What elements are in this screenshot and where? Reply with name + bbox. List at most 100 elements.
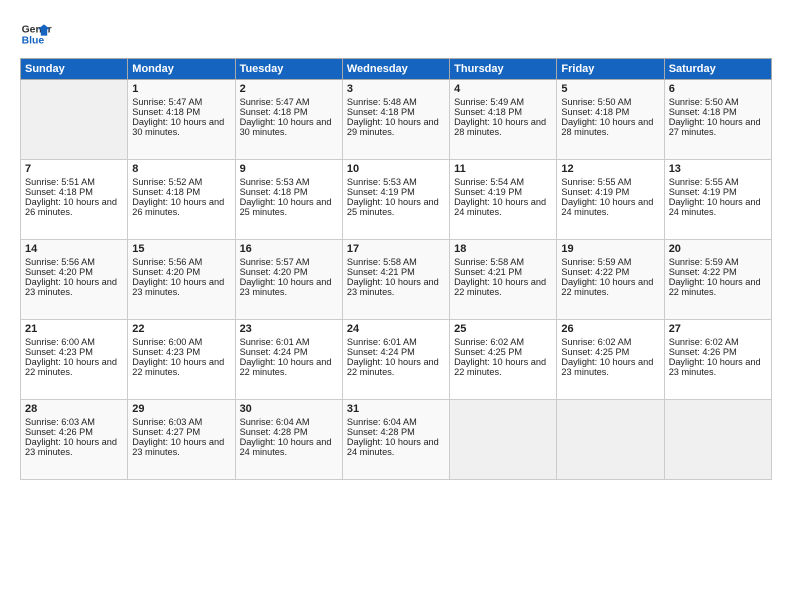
sunrise-line: Sunrise: 5:52 AM <box>132 177 230 187</box>
sunrise-line: Sunrise: 5:55 AM <box>561 177 659 187</box>
sunset-line: Sunset: 4:18 PM <box>132 187 230 197</box>
sunrise-line: Sunrise: 5:50 AM <box>669 97 767 107</box>
sunrise-line: Sunrise: 5:58 AM <box>347 257 445 267</box>
sunrise-line: Sunrise: 5:55 AM <box>669 177 767 187</box>
sunset-line: Sunset: 4:21 PM <box>454 267 552 277</box>
daylight-line: Daylight: 10 hours and 22 minutes. <box>240 357 338 377</box>
daylight-line: Daylight: 10 hours and 22 minutes. <box>347 357 445 377</box>
sunset-line: Sunset: 4:28 PM <box>240 427 338 437</box>
daylight-line: Daylight: 10 hours and 22 minutes. <box>669 277 767 297</box>
day-number: 13 <box>669 163 767 175</box>
sunset-line: Sunset: 4:24 PM <box>347 347 445 357</box>
cell-w4-d1: 21Sunrise: 6:00 AMSunset: 4:23 PMDayligh… <box>21 320 128 400</box>
sunrise-line: Sunrise: 6:02 AM <box>454 337 552 347</box>
sunset-line: Sunset: 4:18 PM <box>240 107 338 117</box>
daylight-line: Daylight: 10 hours and 23 minutes. <box>25 277 123 297</box>
sunrise-line: Sunrise: 5:59 AM <box>561 257 659 267</box>
day-number: 31 <box>347 403 445 415</box>
daylight-line: Daylight: 10 hours and 23 minutes. <box>240 277 338 297</box>
sunrise-line: Sunrise: 5:47 AM <box>132 97 230 107</box>
cell-w2-d5: 11Sunrise: 5:54 AMSunset: 4:19 PMDayligh… <box>450 160 557 240</box>
daylight-line: Daylight: 10 hours and 23 minutes. <box>132 437 230 457</box>
sunset-line: Sunset: 4:20 PM <box>132 267 230 277</box>
daylight-line: Daylight: 10 hours and 24 minutes. <box>240 437 338 457</box>
daylight-line: Daylight: 10 hours and 22 minutes. <box>132 357 230 377</box>
sunset-line: Sunset: 4:23 PM <box>25 347 123 357</box>
day-number: 28 <box>25 403 123 415</box>
day-number: 21 <box>25 323 123 335</box>
cell-w1-d6: 5Sunrise: 5:50 AMSunset: 4:18 PMDaylight… <box>557 80 664 160</box>
cell-w2-d4: 10Sunrise: 5:53 AMSunset: 4:19 PMDayligh… <box>342 160 449 240</box>
sunrise-line: Sunrise: 5:51 AM <box>25 177 123 187</box>
daylight-line: Daylight: 10 hours and 24 minutes. <box>669 197 767 217</box>
cell-w5-d4: 31 Sunrise: 6:04 AMSunset: 4:28 PMDayligh… <box>342 400 449 480</box>
daylight-line: Daylight: 10 hours and 25 minutes. <box>240 197 338 217</box>
sunrise-line: Sunrise: 6:00 AM <box>25 337 123 347</box>
daylight-line: Daylight: 10 hours and 28 minutes. <box>454 117 552 137</box>
cell-w2-d2: 8Sunrise: 5:52 AMSunset: 4:18 PMDaylight… <box>128 160 235 240</box>
sunrise-line: Sunrise: 5:54 AM <box>454 177 552 187</box>
sunset-line: Sunset: 4:23 PM <box>132 347 230 357</box>
day-number: 12 <box>561 163 659 175</box>
cell-w1-d3: 2Sunrise: 5:47 AMSunset: 4:18 PMDaylight… <box>235 80 342 160</box>
sunrise-line: Sunrise: 5:56 AM <box>132 257 230 267</box>
cell-w2-d3: 9Sunrise: 5:53 AMSunset: 4:18 PMDaylight… <box>235 160 342 240</box>
sunset-line: Sunset: 4:24 PM <box>240 347 338 357</box>
sunset-line: Sunset: 4:18 PM <box>454 107 552 117</box>
logo: General Blue <box>20 18 52 50</box>
day-number: 22 <box>132 323 230 335</box>
daylight-line: Daylight: 10 hours and 30 minutes. <box>132 117 230 137</box>
sunrise-line: Sunrise: 5:57 AM <box>240 257 338 267</box>
sunset-line: Sunset: 4:26 PM <box>669 347 767 357</box>
sunset-line: Sunset: 4:22 PM <box>669 267 767 277</box>
sunrise-line: Sunrise: 5:47 AM <box>240 97 338 107</box>
sunrise-line: Sunrise: 5:56 AM <box>25 257 123 267</box>
cell-w5-d1: 28Sunrise: 6:03 AMSunset: 4:26 PMDayligh… <box>21 400 128 480</box>
day-number: 24 <box>347 323 445 335</box>
sunset-line: Sunset: 4:20 PM <box>25 267 123 277</box>
day-number: 6 <box>669 83 767 95</box>
daylight-line: Daylight: 10 hours and 23 minutes. <box>669 357 767 377</box>
daylight-line: Daylight: 10 hours and 24 minutes. <box>347 437 445 457</box>
header-row: SundayMondayTuesdayWednesdayThursdayFrid… <box>21 59 772 80</box>
sunset-line: Sunset: 4:28 PM <box>347 427 445 437</box>
cell-w5-d3: 30 Sunrise: 6:04 AMSunset: 4:28 PMDayligh… <box>235 400 342 480</box>
week-row-2: 7Sunrise: 5:51 AMSunset: 4:18 PMDaylight… <box>21 160 772 240</box>
cell-w5-d2: 29Sunrise: 6:03 AMSunset: 4:27 PMDayligh… <box>128 400 235 480</box>
logo-icon: General Blue <box>20 18 52 50</box>
cell-w3-d7: 20Sunrise: 5:59 AMSunset: 4:22 PMDayligh… <box>664 240 771 320</box>
sunset-line: Sunset: 4:25 PM <box>454 347 552 357</box>
sunrise-line: Sunrise: 6:02 AM <box>669 337 767 347</box>
daylight-line: Daylight: 10 hours and 24 minutes. <box>561 197 659 217</box>
cell-w1-d1 <box>21 80 128 160</box>
day-number: 2 <box>240 83 338 95</box>
sunset-line: Sunset: 4:25 PM <box>561 347 659 357</box>
cell-w4-d7: 27Sunrise: 6:02 AMSunset: 4:26 PMDayligh… <box>664 320 771 400</box>
sunrise-line: Sunrise: 6:04 AM <box>240 417 338 427</box>
cell-w3-d2: 15Sunrise: 5:56 AMSunset: 4:20 PMDayligh… <box>128 240 235 320</box>
cell-w5-d6 <box>557 400 664 480</box>
day-number: 5 <box>561 83 659 95</box>
sunrise-line: Sunrise: 5:59 AM <box>669 257 767 267</box>
sunrise-line: Sunrise: 6:04 AM <box>347 417 445 427</box>
sunrise-line: Sunrise: 6:03 AM <box>25 417 123 427</box>
sunrise-line: Sunrise: 6:02 AM <box>561 337 659 347</box>
sunset-line: Sunset: 4:18 PM <box>561 107 659 117</box>
col-header-saturday: Saturday <box>664 59 771 80</box>
day-number: 18 <box>454 243 552 255</box>
daylight-line: Daylight: 10 hours and 23 minutes. <box>561 357 659 377</box>
sunrise-line: Sunrise: 5:49 AM <box>454 97 552 107</box>
col-header-thursday: Thursday <box>450 59 557 80</box>
sunset-line: Sunset: 4:18 PM <box>25 187 123 197</box>
day-number: 30 <box>240 403 338 415</box>
sunrise-line: Sunrise: 6:03 AM <box>132 417 230 427</box>
day-number: 23 <box>240 323 338 335</box>
day-number: 3 <box>347 83 445 95</box>
cell-w4-d2: 22Sunrise: 6:00 AMSunset: 4:23 PMDayligh… <box>128 320 235 400</box>
sunset-line: Sunset: 4:19 PM <box>454 187 552 197</box>
sunrise-line: Sunrise: 5:50 AM <box>561 97 659 107</box>
day-number: 26 <box>561 323 659 335</box>
sunset-line: Sunset: 4:26 PM <box>25 427 123 437</box>
day-number: 8 <box>132 163 230 175</box>
day-number: 1 <box>132 83 230 95</box>
